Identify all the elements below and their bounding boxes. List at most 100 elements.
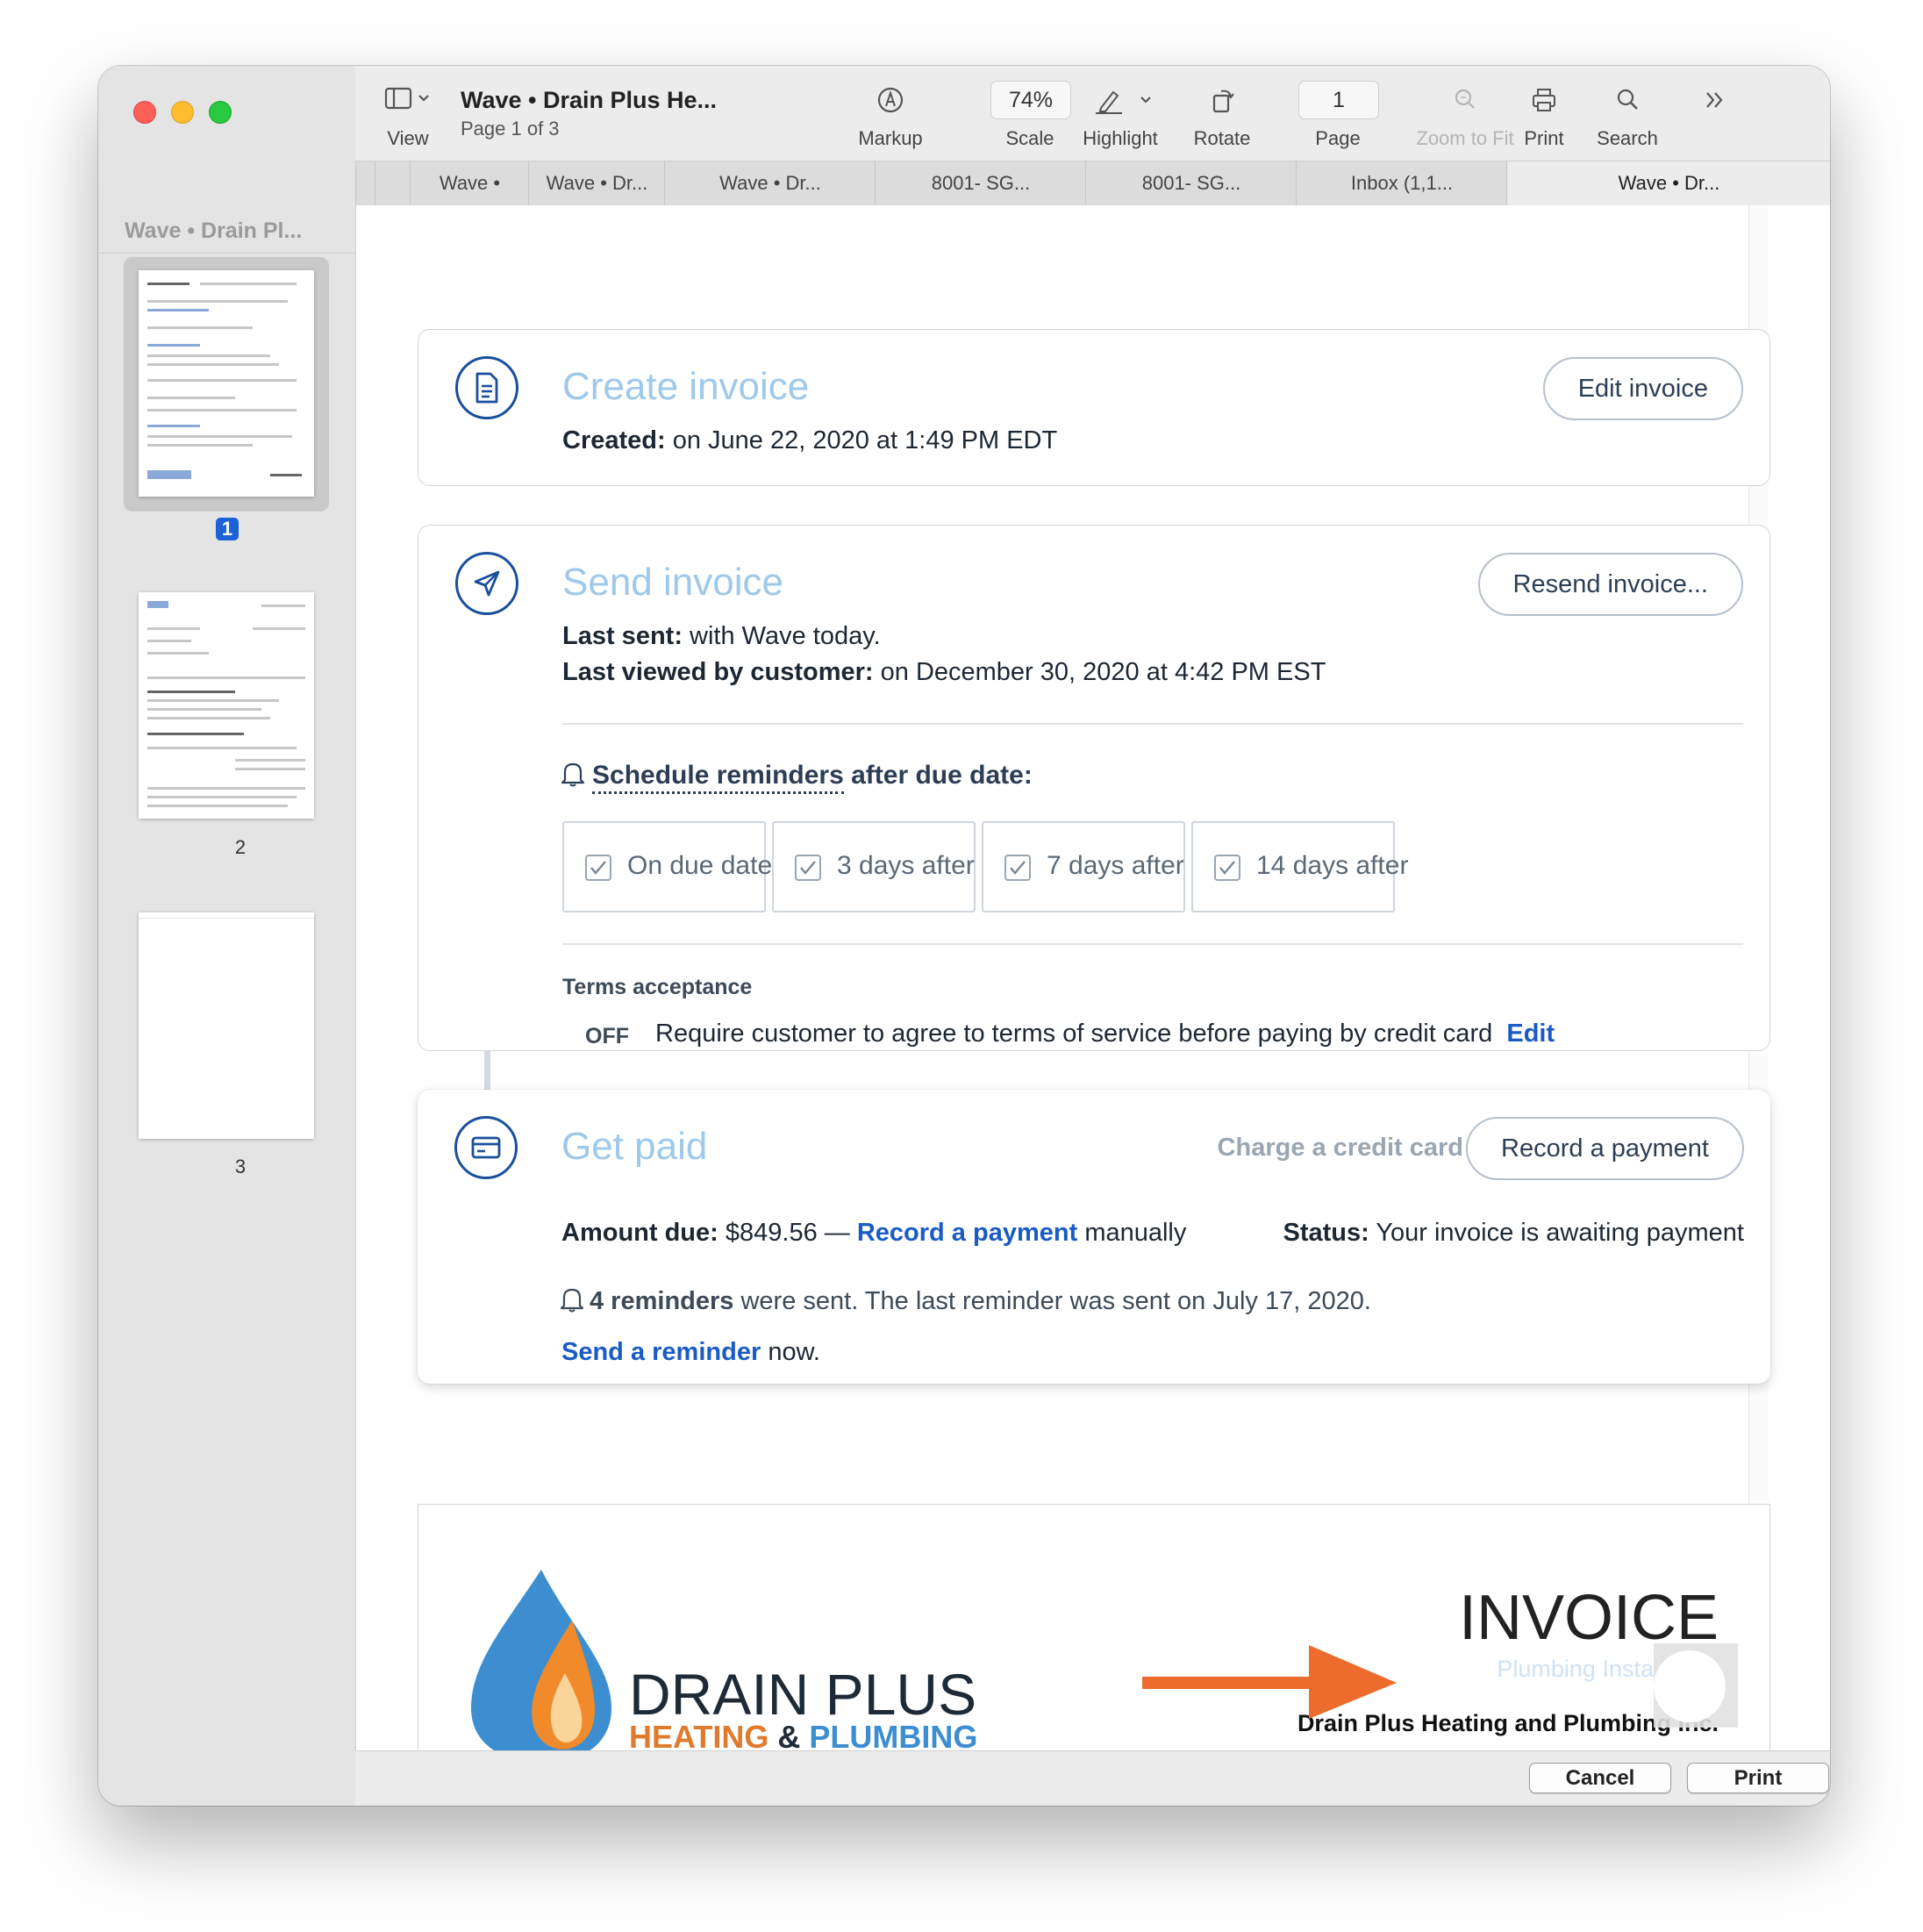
credit-card-icon — [454, 1116, 518, 1179]
thumb-logo — [147, 470, 191, 479]
reminder-label: 14 days after — [1256, 851, 1409, 880]
rotate-label: Rotate — [1193, 127, 1251, 149]
tab-document-2[interactable]: Wave • Dr... — [528, 161, 665, 205]
tab-spacer — [355, 161, 375, 205]
thumb-line — [147, 627, 200, 630]
view-menu-button[interactable]: View — [373, 66, 443, 161]
schedule-reminders-rest: after due date: — [851, 761, 1033, 790]
reminder-label: 7 days after — [1047, 851, 1184, 880]
thumb-line — [147, 409, 297, 411]
terms-acceptance-heading: Terms acceptance — [562, 975, 753, 999]
checkbox-checked-icon — [1214, 855, 1240, 881]
thumb-line — [147, 640, 191, 642]
bell-icon — [560, 1286, 584, 1320]
schedule-reminders-line: Schedule reminders after due date: — [561, 761, 1033, 794]
search-button[interactable]: Search — [1583, 66, 1671, 161]
tab-bar: Wave • Wave • Dr... Wave • Dr... 8001- S… — [355, 161, 1830, 206]
created-value: on June 22, 2020 at 1:49 PM EDT — [672, 426, 1058, 454]
amount-due-line: Amount due: $849.56 — Record a payment m… — [561, 1219, 1186, 1248]
tab-document-1[interactable]: Wave • — [410, 161, 529, 205]
cursor-circle — [1654, 1650, 1726, 1722]
reminder-option-14-days[interactable]: 14 days after — [1191, 821, 1408, 912]
page-thumbnail-3[interactable] — [139, 912, 314, 1139]
cancel-button[interactable]: Cancel — [1529, 1763, 1671, 1793]
record-payment-link[interactable]: Record a payment — [857, 1219, 1077, 1247]
thumb-line — [147, 708, 261, 711]
last-viewed-value: on December 30, 2020 at 4:42 PM EST — [880, 658, 1326, 686]
zoom-magnifier-icon — [1404, 85, 1526, 115]
highlight-button[interactable]: Highlight — [1068, 66, 1173, 161]
thumb-line — [139, 918, 314, 919]
reminder-label: 3 days after — [837, 851, 975, 880]
print-dialog-footer: Cancel Print — [355, 1750, 1830, 1806]
reminder-option-7-days[interactable]: 7 days after — [982, 821, 1185, 912]
print-toolbar-button[interactable]: Print — [1509, 66, 1579, 161]
thumb-line — [147, 787, 305, 790]
page-number-3: 3 — [234, 1156, 247, 1177]
toolbar: View Wave • Drain Plus He... Page 1 of 3… — [355, 66, 1830, 161]
charge-credit-card-button[interactable]: Charge a credit card — [1218, 1134, 1463, 1163]
thumbnail-sidebar: Wave • Drain Pl... 1 2 3 — [98, 66, 356, 1806]
sidebar-toggle-icon — [373, 85, 443, 115]
created-line: Created: on June 22, 2020 at 1:49 PM EDT — [562, 426, 1057, 455]
timeline-connector — [484, 1051, 490, 1090]
page-number-2: 2 — [234, 836, 247, 858]
thumb-line — [200, 283, 297, 285]
resend-invoice-button[interactable]: Resend invoice... — [1477, 553, 1743, 616]
terms-toggle-state[interactable]: OFF — [585, 1024, 629, 1049]
thumb-line — [235, 768, 305, 770]
edit-invoice-button[interactable]: Edit invoice — [1542, 357, 1743, 420]
rotate-button[interactable]: Rotate — [1174, 66, 1270, 161]
amount-due-value: $849.56 — — [725, 1219, 850, 1247]
window-controls — [133, 101, 232, 124]
terms-edit-link[interactable]: Edit — [1506, 1020, 1555, 1048]
zoom-to-fit-button[interactable]: Zoom to Fit — [1404, 66, 1526, 161]
tab-document-5[interactable]: 8001- SG... — [1085, 161, 1297, 205]
tab-document-4[interactable]: 8001- SG... — [875, 161, 1086, 205]
thumb-line — [147, 326, 253, 329]
highlighter-icon — [1068, 85, 1173, 115]
page-label: Page — [1315, 127, 1361, 149]
amount-due-label: Amount due: — [561, 1219, 718, 1247]
tab-document-6[interactable]: Inbox (1,1... — [1296, 161, 1507, 205]
thumb-line — [147, 691, 235, 693]
markup-button[interactable]: Markup — [842, 66, 939, 161]
toolbar-overflow-button[interactable] — [1689, 66, 1741, 161]
minimize-window-button[interactable] — [171, 101, 194, 124]
page-control: Page — [1294, 66, 1382, 161]
tab-document-3[interactable]: Wave • Dr... — [664, 161, 876, 205]
brand-heating: HEATING — [629, 1719, 769, 1750]
thumb-line — [147, 796, 297, 798]
thumb-logo — [147, 601, 168, 608]
close-window-button[interactable] — [133, 101, 156, 124]
drain-plus-logo — [467, 1568, 616, 1750]
page-thumbnail-2[interactable] — [139, 592, 314, 819]
thumb-line — [147, 379, 297, 382]
page-thumbnail-1[interactable] — [139, 270, 314, 497]
document-page-info: Page 1 of 3 — [461, 118, 560, 140]
send-reminder-rest: now. — [768, 1338, 820, 1366]
thumb-line — [253, 627, 305, 630]
thumb-line — [147, 747, 297, 749]
status-label: Status: — [1283, 1219, 1369, 1247]
last-viewed-label: Last viewed by customer: — [562, 658, 874, 686]
checkbox-checked-icon — [795, 855, 821, 881]
thumb-line — [147, 435, 292, 438]
record-payment-button[interactable]: Record a payment — [1466, 1117, 1744, 1180]
thumb-line — [147, 300, 288, 303]
schedule-reminders-link[interactable]: Schedule reminders — [592, 761, 844, 794]
zoom-window-button[interactable] — [209, 101, 232, 124]
thumb-line — [147, 717, 270, 719]
send-paper-plane-icon — [455, 552, 518, 615]
highlight-label: Highlight — [1083, 127, 1158, 149]
reminder-option-3-days[interactable]: 3 days after — [772, 821, 976, 912]
thumb-line — [261, 605, 305, 607]
last-viewed-line: Last viewed by customer: on December 30,… — [562, 658, 1326, 687]
tab-document-active[interactable]: Wave • Dr... — [1506, 161, 1830, 205]
document-title: Wave • Drain Plus He... — [461, 87, 718, 113]
invoice-preview: DRAIN PLUS HEATING & PLUMBING INVOICE Pl… — [418, 1504, 1770, 1750]
send-reminder-link[interactable]: Send a reminder — [561, 1338, 761, 1366]
reminder-option-on-due-date[interactable]: On due date — [562, 821, 772, 912]
print-button[interactable]: Print — [1687, 1763, 1829, 1793]
checkbox-checked-icon — [585, 855, 611, 881]
